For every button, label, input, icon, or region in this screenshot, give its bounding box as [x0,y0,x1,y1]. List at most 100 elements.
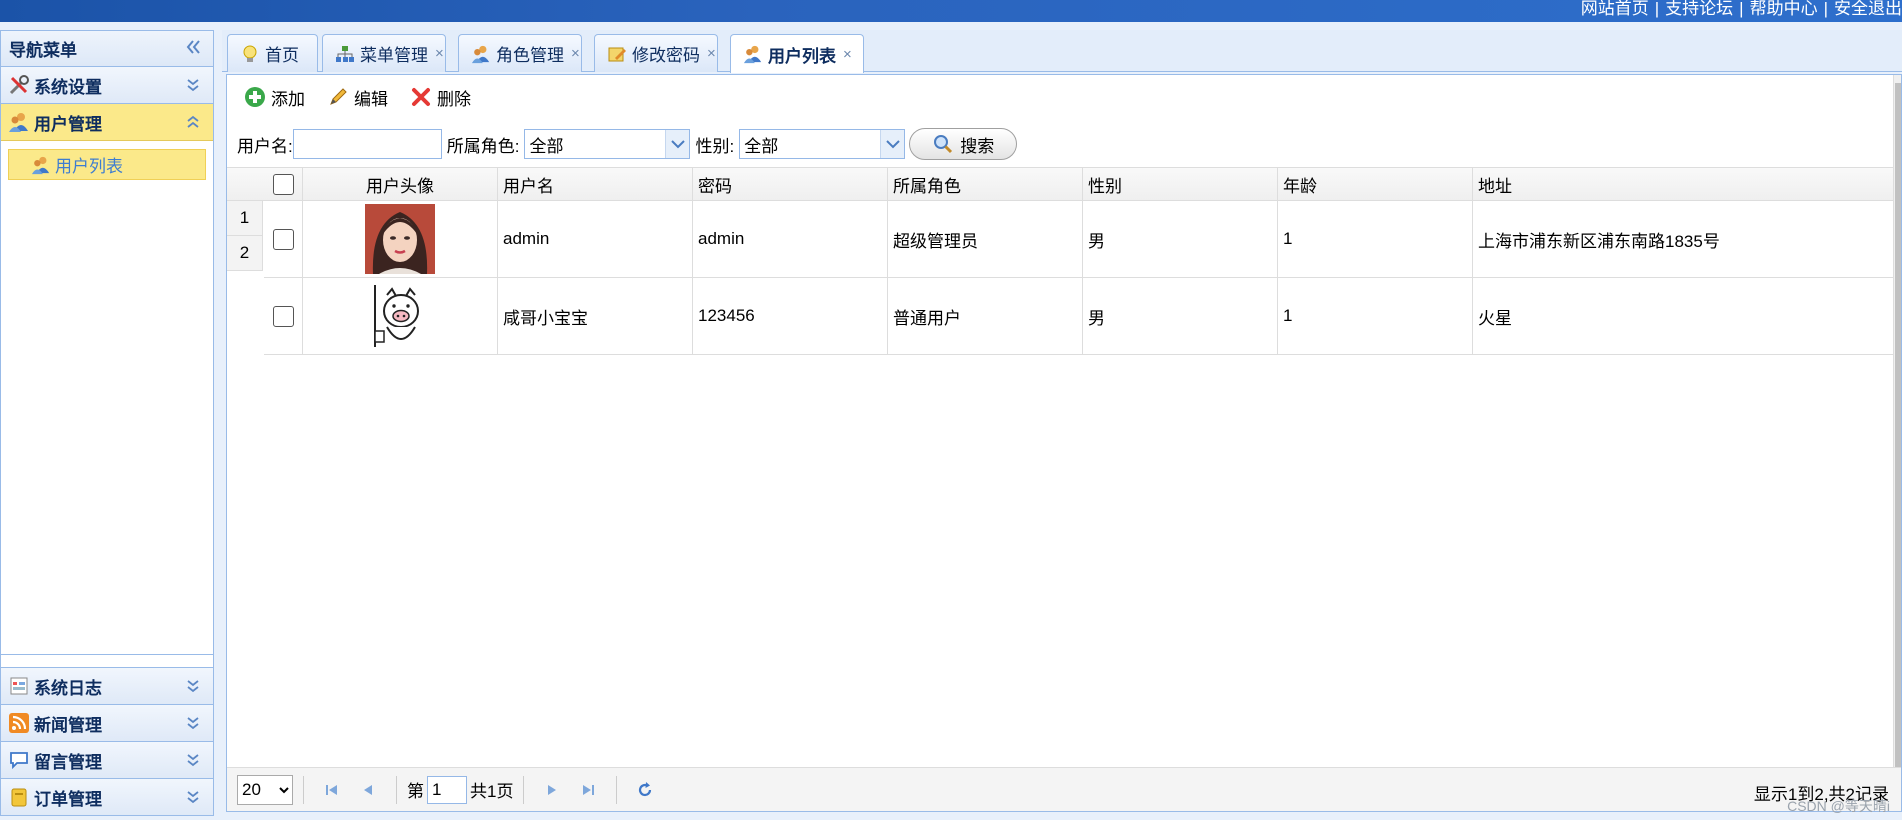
tools-icon [9,75,29,95]
column-header-gender[interactable]: 性别 [1083,168,1278,201]
gender-cell: 男 [1083,278,1278,354]
collapse-left-icon[interactable] [185,38,201,56]
scrollbar-thumb[interactable] [1895,83,1901,783]
sitemap-icon [336,45,354,62]
nav-section-comments[interactable]: 留言管理 [1,741,213,778]
first-page-icon [326,784,337,795]
password-cell: admin [693,201,888,277]
tab-home[interactable]: 首页 [227,34,318,72]
column-header-role[interactable]: 所属角色 [888,168,1083,201]
nav-section-system-log[interactable]: 系统日志 [1,667,213,704]
username-label: 用户名: [237,136,293,156]
page-number-input[interactable] [427,775,467,804]
address-cell: 火星 [1473,278,1894,354]
table-row[interactable]: 咸哥小宝宝 123456 普通用户 男 1 火星 [264,278,1894,355]
row-checkbox[interactable] [272,228,294,250]
link-separator: | [1654,0,1660,18]
age-cell: 1 [1278,278,1473,354]
age-cell: 1 [1278,201,1473,277]
tab-label: 首页 [265,46,299,65]
tab-menu-management[interactable]: 菜单管理 × [322,34,446,72]
row-number: 2 [227,236,263,271]
site-home-link[interactable]: 网站首页 [1581,0,1649,18]
role-cell: 超级管理员 [888,201,1083,277]
search-button-label: 搜索 [960,136,995,156]
next-page-button[interactable] [538,776,566,804]
tab-close-icon[interactable]: × [571,45,580,62]
avatar [365,204,435,274]
nav-section-label: 系统设置 [34,77,102,97]
role-label: 所属角色: [446,136,520,156]
refresh-button[interactable] [631,776,659,804]
vertical-scrollbar[interactable] [1893,75,1901,811]
nav-section-label: 留言管理 [34,752,102,772]
support-forum-link[interactable]: 支持论坛 [1665,0,1733,18]
tab-change-password[interactable]: 修改密码 × [594,34,718,72]
avatar [365,281,435,351]
column-header-age[interactable]: 年龄 [1278,168,1473,201]
role-select-value: 全部 [529,136,564,156]
nav-section-label: 订单管理 [34,789,102,809]
watermark: CSDN @等天晴i [1787,798,1890,814]
page-size-select[interactable]: 20 [237,774,293,805]
users-icon [9,113,28,132]
role-select[interactable]: 全部 [524,129,691,159]
search-button[interactable]: 搜索 [909,128,1018,160]
sidebar-item-user-list[interactable]: 用户列表 [8,149,206,180]
tab-close-icon[interactable]: × [435,45,444,62]
password-edit-icon [608,47,626,61]
sidebar-item-label: 用户列表 [55,157,123,176]
row-checkbox[interactable] [272,305,294,327]
help-center-link[interactable]: 帮助中心 [1750,0,1818,18]
chevron-down-icon[interactable] [880,130,905,158]
tab-label: 菜单管理 [360,46,428,65]
tab-user-list[interactable]: 用户列表 × [730,34,864,73]
pager-separator [523,775,525,804]
delete-x-icon [412,88,430,106]
column-header-avatar[interactable]: 用户头像 [303,168,498,201]
tab-role-management[interactable]: 角色管理 × [458,34,582,72]
username-search-input[interactable] [292,129,442,159]
user-management-panel: 用户列表 [1,141,213,655]
chevron-up-icon [187,115,199,128]
nav-section-user-management[interactable]: 用户管理 [1,104,213,141]
gender-select[interactable]: 全部 [739,129,906,159]
tab-label: 修改密码 [632,46,700,65]
tab-label: 用户列表 [768,46,836,66]
table-row[interactable]: admin admin 超级管理员 男 1 上海市浦东新区浦东南路1835号 [264,201,1894,278]
tab-close-icon[interactable]: × [843,46,852,63]
select-all-cell [264,168,303,201]
select-all-checkbox[interactable] [272,174,294,195]
last-page-button[interactable] [574,776,602,804]
column-header-address[interactable]: 地址 [1473,168,1894,201]
table-header: 用户头像 用户名 密码 所属角色 性别 年龄 地址 [227,167,1901,201]
chevron-down-icon [187,791,199,804]
rss-icon [9,713,29,733]
prev-page-button[interactable] [354,776,382,804]
logout-link[interactable]: 安全退出 [1834,0,1902,18]
add-icon [245,87,265,107]
column-header-username[interactable]: 用户名 [498,168,693,201]
edit-button[interactable]: 编辑 [327,85,388,110]
search-bar: 用户名: 所属角色: 全部 性别: 全部 搜索 [237,127,1018,161]
first-page-button[interactable] [318,776,346,804]
page-total: 共1页 [470,782,514,801]
add-button[interactable]: 添加 [244,85,305,110]
nav-section-orders[interactable]: 订单管理 [1,778,213,815]
nav-sidebar: 导航菜单 系统设置 用户管理 用户列表 系统日志 新闻管理 留言管理 订单管理 [0,30,214,816]
chevron-down-icon[interactable] [665,130,690,158]
log-icon [10,677,28,695]
tab-close-icon[interactable]: × [707,45,716,62]
column-header-password[interactable]: 密码 [693,168,888,201]
nav-header: 导航菜单 [1,31,213,67]
pager-separator [616,775,618,804]
delete-button[interactable]: 删除 [410,85,471,110]
username-cell: 咸哥小宝宝 [498,278,693,354]
refresh-icon [639,781,652,796]
delete-label: 删除 [437,89,471,109]
nav-section-news[interactable]: 新闻管理 [1,704,213,741]
nav-section-system-settings[interactable]: 系统设置 [1,67,213,104]
tab-label: 角色管理 [496,46,564,65]
search-icon [934,135,953,154]
link-separator: | [1823,0,1828,18]
